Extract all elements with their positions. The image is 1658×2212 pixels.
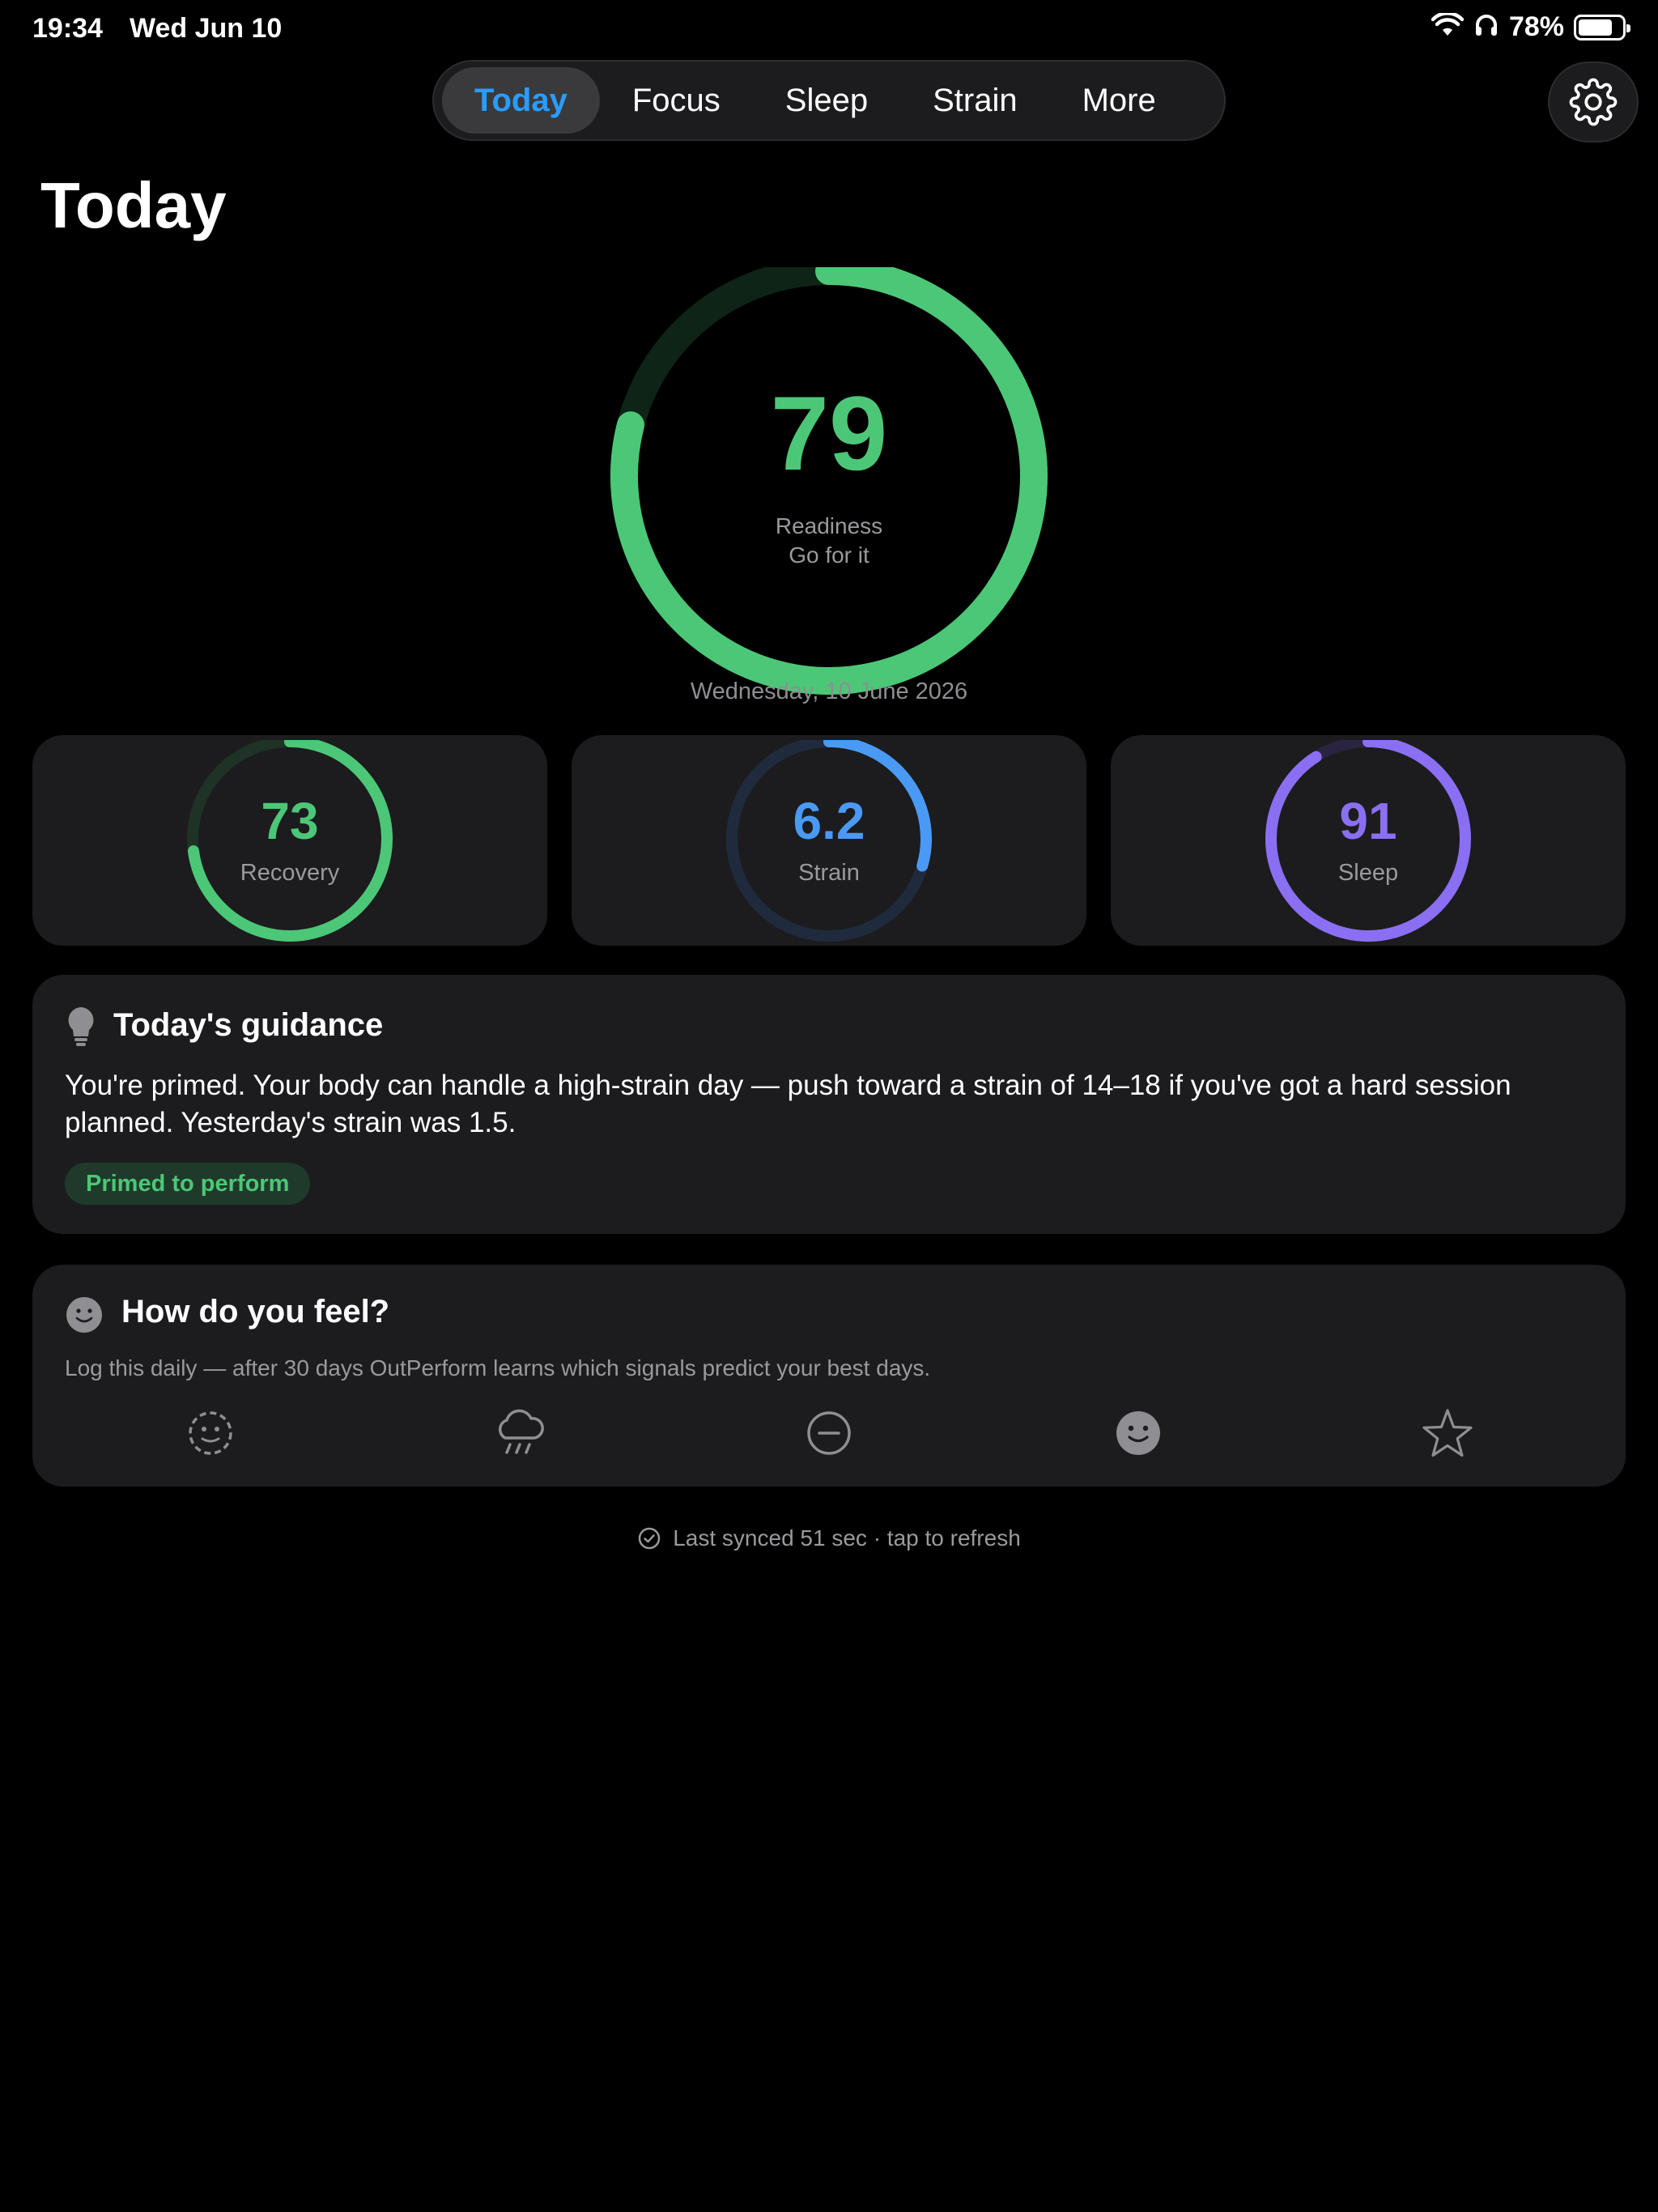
tab-today[interactable]: Today <box>442 67 600 134</box>
sync-status[interactable]: Last synced 51 sec · tap to refresh <box>424 1525 1234 1551</box>
guidance-title: Today's guidance <box>113 1007 384 1043</box>
lightbulb-icon <box>68 1007 94 1046</box>
wifi-icon <box>1431 11 1465 41</box>
minus-circle-icon <box>807 1411 851 1455</box>
guidance-tag: Primed to perform <box>65 1163 311 1205</box>
readiness-score: 79 <box>770 374 888 492</box>
sleep-value: 91 <box>1339 792 1397 850</box>
smiley-icon <box>66 1297 102 1333</box>
gear-icon <box>1569 78 1618 126</box>
tab-sleep[interactable]: Sleep <box>753 67 900 134</box>
mood-star-button[interactable] <box>1417 1402 1478 1464</box>
readiness-date: Wednesday, 10 June 2026 <box>690 678 968 704</box>
dashed-face-icon <box>189 1411 232 1455</box>
settings-button[interactable] <box>1548 62 1639 143</box>
headphones-icon <box>1473 12 1499 42</box>
feel-card: How do you feel? Log this daily — after … <box>32 1265 1626 1487</box>
recovery-value: 73 <box>261 792 319 850</box>
tab-bar: Today Focus Sleep Strain More <box>432 60 1226 141</box>
guidance-body: You're primed. Your body can handle a hi… <box>65 1070 1511 1138</box>
mood-smiley-button[interactable] <box>1107 1402 1169 1464</box>
smiley-face-icon <box>1116 1411 1160 1455</box>
star-icon <box>1422 1409 1473 1457</box>
tab-focus[interactable]: Focus <box>600 67 753 134</box>
tab-strain[interactable]: Strain <box>900 67 1050 134</box>
guidance-card: Today's guidance You're primed. Your bod… <box>32 975 1626 1234</box>
status-time: 19:34 <box>32 13 103 44</box>
check-circle-icon <box>638 1527 661 1550</box>
readiness-label: Readiness <box>775 513 883 538</box>
recovery-card[interactable]: 73 Recovery <box>32 735 547 946</box>
feel-title: How do you feel? <box>121 1294 390 1329</box>
recovery-label: Recovery <box>240 860 340 886</box>
sync-text: Last synced 51 sec · tap to refresh <box>673 1525 1021 1551</box>
mood-rain-cloud-button[interactable] <box>489 1402 551 1464</box>
sleep-card[interactable]: 91 Sleep <box>1111 735 1626 946</box>
battery-percentage: 78% <box>1508 11 1564 42</box>
battery-icon <box>1574 14 1630 40</box>
strain-card[interactable]: 6.2 Strain <box>572 735 1086 946</box>
strain-value: 6.2 <box>793 792 865 850</box>
readiness-subtitle: Go for it <box>789 542 869 568</box>
mood-neutral-button[interactable] <box>798 1402 860 1464</box>
page-title: Today <box>40 169 227 241</box>
feel-subtitle: Log this daily — after 30 days OutPerfor… <box>65 1355 931 1380</box>
status-indicators: 78% <box>1431 11 1630 43</box>
tab-more[interactable]: More <box>1050 67 1188 134</box>
strain-label: Strain <box>798 860 860 886</box>
sleep-label: Sleep <box>1337 860 1399 886</box>
status-date: Wed Jun 10 <box>130 13 283 44</box>
rain-cloud-icon <box>498 1409 544 1454</box>
mood-dashed-face-button[interactable] <box>180 1402 241 1464</box>
